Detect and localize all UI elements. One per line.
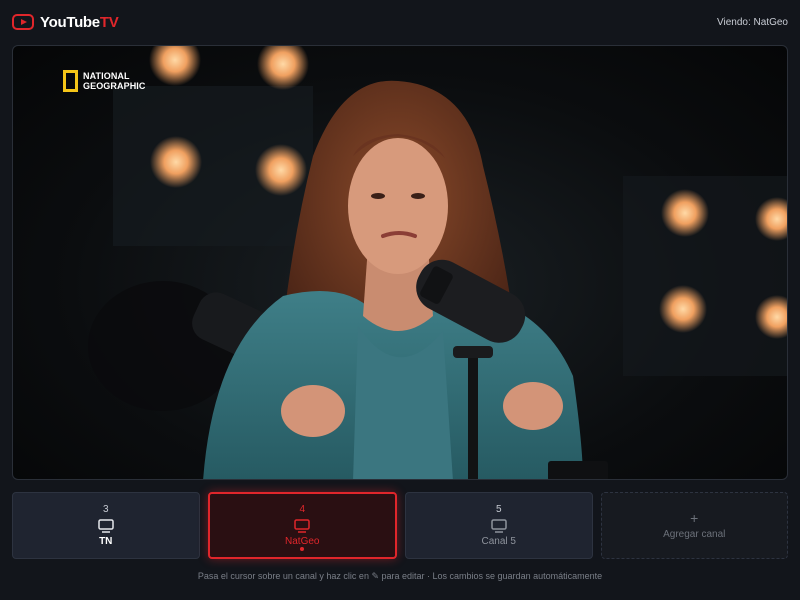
add-channel-label: Agregar canal [663,529,726,540]
logo-tv-text: TV [99,13,119,31]
natgeo-brand-text: NATIONAL GEOGRAPHIC [83,71,146,91]
channel-tile-natgeo[interactable]: 4 NatGeo [207,492,397,559]
channel-list: 3 TN 4 NatGeo 5 Canal 5 + Agregar canal [12,492,788,559]
channel-name: NatGeo [285,536,320,547]
tv-icon [491,519,507,533]
logo-main-text: YouTube [40,13,100,31]
video-player[interactable]: NATIONAL GEOGRAPHIC [12,45,788,480]
natgeo-frame-icon [63,70,78,92]
now-viewing-label: Viendo: NatGeo [717,16,788,28]
active-indicator-dot [300,547,305,551]
channel-tile-canal-5[interactable]: 5 Canal 5 [405,492,593,559]
natgeo-watermark: NATIONAL GEOGRAPHIC [63,70,146,92]
add-channel-button[interactable]: + Agregar canal [600,492,788,559]
tv-icon [294,519,310,533]
channel-tile-tn[interactable]: 3 TN [12,492,200,559]
channel-name: Canal 5 [481,536,516,547]
play-icon [12,14,34,30]
channel-number: 4 [299,504,306,515]
channel-name: TN [99,536,113,547]
logo-text: YouTubeTV [40,13,119,31]
help-hint: Pasa el cursor sobre un canal y haz clic… [197,571,603,581]
channel-number: 5 [495,504,502,515]
video-frame [88,46,787,479]
tv-icon [98,519,114,533]
top-bar: YouTubeTV Viendo: NatGeo [0,0,800,44]
brand-line-2: GEOGRAPHIC [83,81,146,91]
youtube-tv-logo[interactable]: YouTubeTV [12,13,119,31]
brand-line-1: NATIONAL [83,71,130,81]
plus-icon: + [690,510,699,526]
channel-number: 3 [102,504,109,515]
